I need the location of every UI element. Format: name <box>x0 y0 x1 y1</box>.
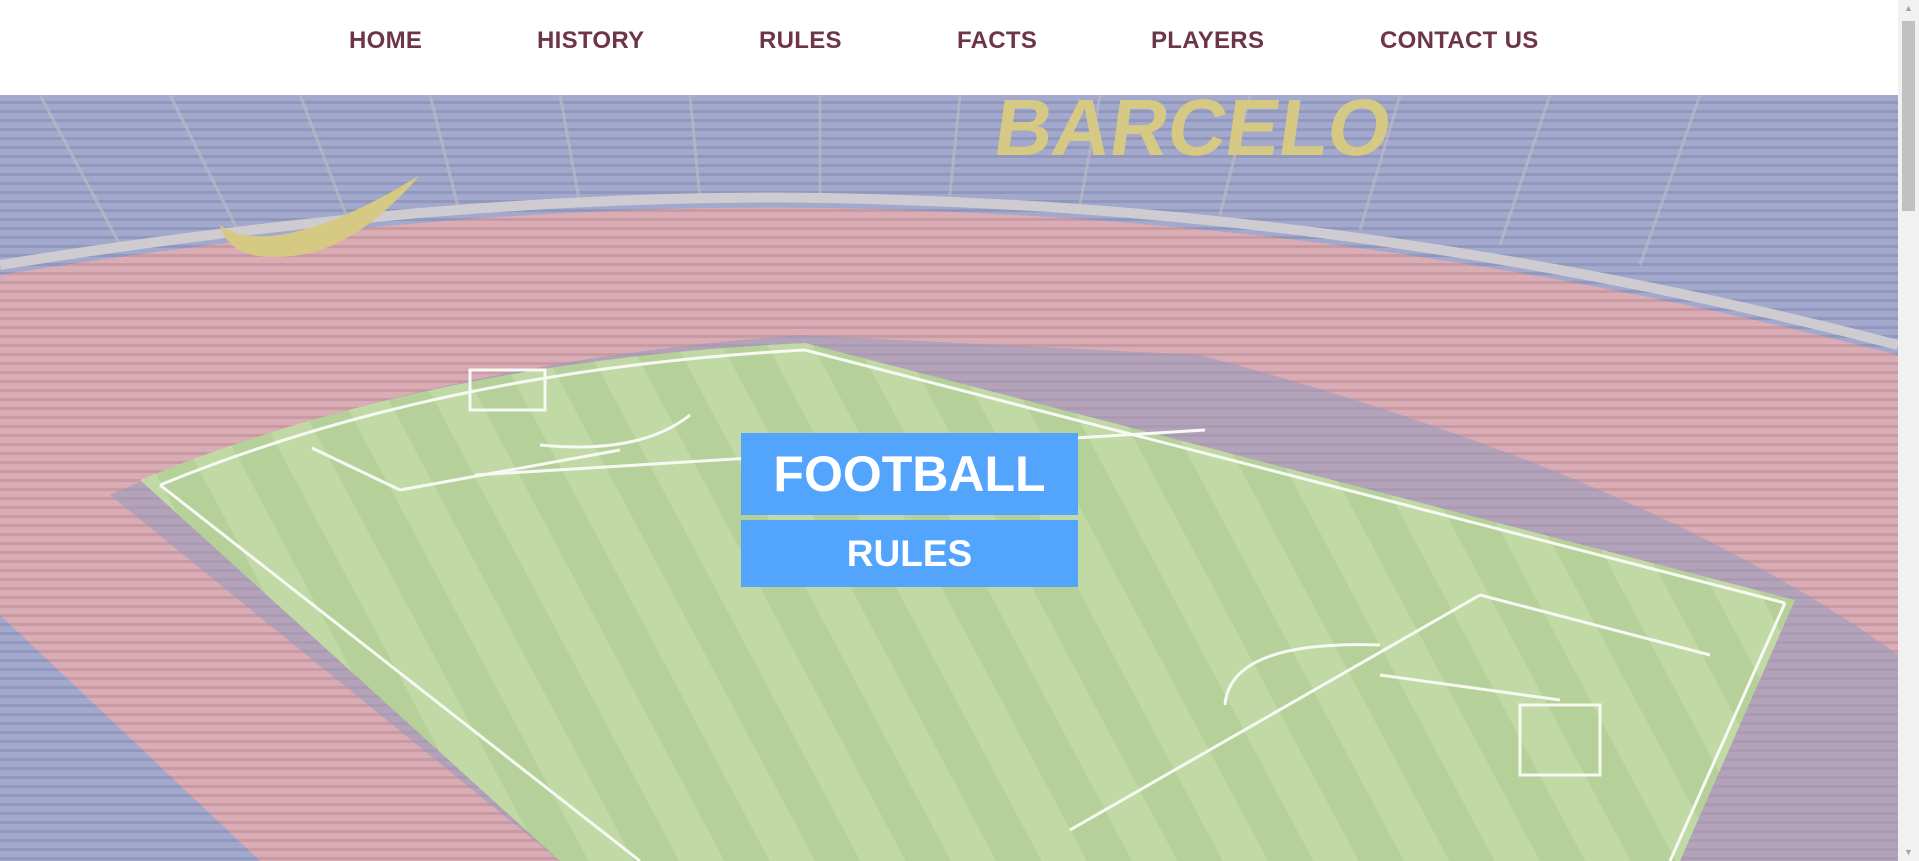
hero-banner: BARCELO FOOTBALL RULES <box>0 95 1898 861</box>
scroll-up-arrow-icon[interactable]: ▲ <box>1898 0 1919 17</box>
nav-menu: HOME HISTORY RULES FACTS PLAYERS CONTACT… <box>0 0 1898 95</box>
nav-contact-us-link[interactable]: CONTACT US <box>1380 27 1539 55</box>
nav-home-link[interactable]: HOME <box>349 27 422 55</box>
vertical-scrollbar[interactable]: ▲ ▼ <box>1898 0 1919 861</box>
nav-facts-link[interactable]: FACTS <box>957 27 1037 55</box>
scrollbar-thumb[interactable] <box>1902 21 1915 211</box>
hero-subtitle: RULES <box>741 520 1078 587</box>
top-navigation: HOME HISTORY RULES FACTS PLAYERS CONTACT… <box>0 0 1898 95</box>
hero-title: FOOTBALL <box>741 433 1078 515</box>
nav-rules-link[interactable]: RULES <box>759 27 842 55</box>
scroll-down-arrow-icon[interactable]: ▼ <box>1898 844 1919 861</box>
nav-players-link[interactable]: PLAYERS <box>1151 27 1264 55</box>
nav-history-link[interactable]: HISTORY <box>537 27 644 55</box>
